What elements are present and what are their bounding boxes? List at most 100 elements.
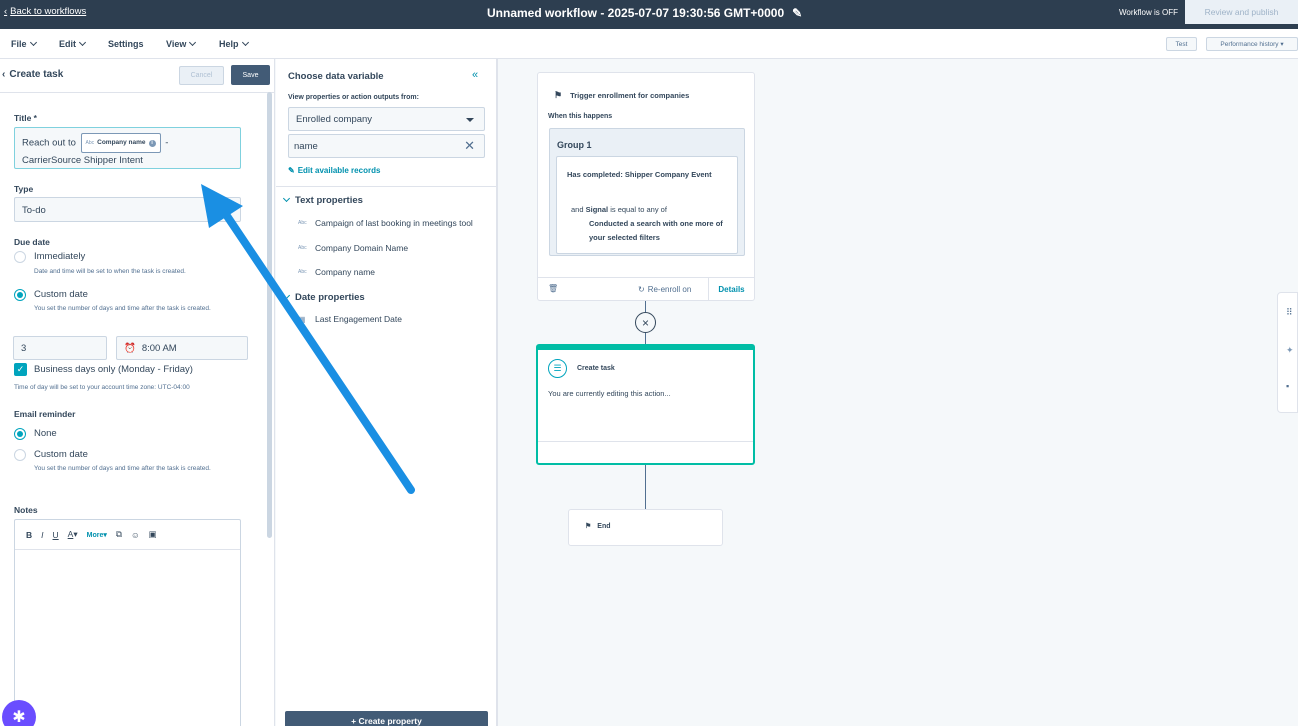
notes-label: Notes xyxy=(14,505,38,515)
source-select[interactable]: Enrolled company xyxy=(288,107,485,131)
create-task-action-card[interactable]: ☰ Create task You are currently editing … xyxy=(536,344,755,465)
notes-editor[interactable]: B I U A▾ More▾ ⧉ ☺ ▣ xyxy=(14,519,241,726)
top-bar: ‹ Back to workflows Unnamed workflow - 2… xyxy=(0,0,1298,29)
days-input[interactable]: 3 xyxy=(13,336,107,360)
text-type-icon: Abc xyxy=(298,269,307,275)
divider xyxy=(276,186,496,187)
workflow-canvas[interactable]: ⚑ Trigger enrollment for companies When … xyxy=(499,59,1298,726)
menu-view[interactable]: View xyxy=(166,38,197,49)
plus-icon: + xyxy=(351,716,357,726)
workflow-status: Workflow is OFF xyxy=(1119,8,1178,17)
business-days-checkbox[interactable]: ✓ xyxy=(14,363,27,376)
text-color-button[interactable]: A▾ xyxy=(68,529,78,540)
immediately-label: Immediately xyxy=(34,251,86,262)
menu-help[interactable]: Help xyxy=(219,38,249,49)
date-properties-section[interactable]: Date properties xyxy=(282,291,365,303)
side-toolbar: ⠿ ✦ ▪ xyxy=(1277,292,1298,413)
panel-header: ‹ Create task Cancel Save xyxy=(0,59,275,93)
emoji-icon[interactable]: ☺ xyxy=(131,530,140,540)
email-reminder-label: Email reminder xyxy=(14,409,76,419)
reminder-none-radio[interactable] xyxy=(14,428,26,440)
flag-icon: ⚑ xyxy=(554,90,563,100)
condition-title: Has completed: Shipper Company Event xyxy=(567,170,712,179)
grid-icon[interactable]: ⠿ xyxy=(1286,307,1293,318)
workflow-title[interactable]: Unnamed workflow - 2025-07-07 19:30:56 G… xyxy=(487,6,802,20)
menu-settings[interactable]: Settings xyxy=(108,39,144,49)
title-input[interactable]: Reach out to Abc Company name i - Carrie… xyxy=(14,127,241,169)
underline-button[interactable]: U xyxy=(53,530,59,540)
connector-line xyxy=(645,465,646,509)
assistant-fab-icon[interactable]: ✱ xyxy=(2,700,36,726)
property-search-input[interactable]: name ✕ xyxy=(288,134,485,158)
filter-group[interactable]: Group 1 Has completed: Shipper Company E… xyxy=(549,128,745,256)
company-name-token[interactable]: Abc Company name i xyxy=(80,133,161,153)
text-properties-section[interactable]: Text properties xyxy=(282,194,363,206)
timezone-note: Time of day will be set to your account … xyxy=(14,384,190,391)
chevron-left-icon: ‹ xyxy=(2,69,6,80)
menu-file[interactable]: File xyxy=(11,38,37,49)
source-label: View properties or action outputs from: xyxy=(288,94,419,101)
back-to-workflows-link[interactable]: ‹ Back to workflows xyxy=(4,6,86,17)
save-button[interactable]: Save xyxy=(231,65,270,85)
create-task-panel: ‹ Create task Cancel Save Title * Reach … xyxy=(0,59,275,726)
end-label: ⚑ End xyxy=(585,522,611,531)
reminder-custom-help: You set the number of days and time afte… xyxy=(34,465,211,472)
menu-bar: File Edit Settings View Help Test Perfor… xyxy=(0,29,1298,59)
type-select[interactable]: To-do xyxy=(14,197,241,222)
panel-title[interactable]: ‹ Create task xyxy=(2,69,63,80)
immediately-radio[interactable] xyxy=(14,251,26,263)
task-icon: ☰ xyxy=(548,359,567,378)
trigger-card[interactable]: ⚑ Trigger enrollment for companies When … xyxy=(537,72,755,301)
back-label: Back to workflows xyxy=(10,6,87,17)
refresh-icon: ↻ xyxy=(638,285,645,294)
reminder-custom-label: Custom date xyxy=(34,449,88,460)
property-item[interactable]: Abc Company name xyxy=(298,267,375,277)
property-item[interactable]: Abc Company Domain Name xyxy=(298,243,408,253)
image-icon[interactable]: ▣ xyxy=(149,529,157,540)
pencil-icon[interactable]: ✎ xyxy=(792,6,802,20)
review-publish-button[interactable]: Review and publish xyxy=(1185,0,1298,24)
more-button[interactable]: More▾ xyxy=(87,531,107,539)
cancel-button[interactable]: Cancel xyxy=(179,66,224,85)
sparkle-icon[interactable]: ✦ xyxy=(1286,345,1294,356)
custom-date-radio[interactable] xyxy=(14,289,26,301)
test-button[interactable]: Test xyxy=(1166,37,1197,51)
property-item[interactable]: ▦ Last Engagement Date xyxy=(298,314,402,324)
property-item[interactable]: Abc Campaign of last booking in meetings … xyxy=(298,218,473,228)
attachment-icon[interactable]: ⧉ xyxy=(116,529,122,540)
chevron-down-icon xyxy=(282,291,291,300)
close-branch-icon[interactable]: × xyxy=(635,312,656,333)
clock-icon: ⏰ xyxy=(124,342,136,354)
action-message: You are currently editing this action... xyxy=(548,389,671,398)
trigger-header: ⚑ Trigger enrollment for companies xyxy=(554,90,690,100)
italic-button[interactable]: I xyxy=(41,530,43,540)
notes-toolbar: B I U A▾ More▾ ⧉ ☺ ▣ xyxy=(15,520,240,550)
action-accent-bar xyxy=(538,346,753,350)
reenroll-link[interactable]: ↻ Re-enroll on xyxy=(638,285,691,294)
clear-search-icon[interactable]: ✕ xyxy=(464,138,475,154)
info-icon: i xyxy=(148,139,156,147)
time-input[interactable]: ⏰ 8:00 AM xyxy=(116,336,248,360)
collapse-icon[interactable]: « xyxy=(472,69,478,81)
reminder-custom-radio[interactable] xyxy=(14,449,26,461)
chevron-left-icon: ‹ xyxy=(4,6,8,17)
trash-icon[interactable]: 🗑 xyxy=(548,284,558,293)
data-variable-panel: Choose data variable « View properties o… xyxy=(276,59,498,726)
caret-down-icon xyxy=(466,118,474,122)
when-label: When this happens xyxy=(548,113,613,120)
bold-button[interactable]: B xyxy=(26,530,32,540)
edit-available-records-link[interactable]: ✎ Edit available records xyxy=(288,166,380,175)
comment-icon[interactable]: ▪ xyxy=(1286,381,1289,391)
custom-date-label: Custom date xyxy=(34,289,88,300)
type-label: Type xyxy=(14,184,34,194)
condition-box[interactable]: Has completed: Shipper Company Event and… xyxy=(556,156,738,254)
group-label: Group 1 xyxy=(557,140,592,150)
panel-scrollbar[interactable] xyxy=(267,92,272,538)
create-property-button[interactable]: + Create property xyxy=(285,711,488,726)
pencil-icon: ✎ xyxy=(288,166,295,175)
end-card[interactable]: ⚑ End xyxy=(568,509,723,546)
menu-edit[interactable]: Edit xyxy=(59,38,87,49)
condition-body: and Signal is equal to any of Conducted … xyxy=(571,205,723,242)
details-button[interactable]: Details xyxy=(708,278,754,301)
performance-history-button[interactable]: Performance history ▾ xyxy=(1206,37,1298,51)
